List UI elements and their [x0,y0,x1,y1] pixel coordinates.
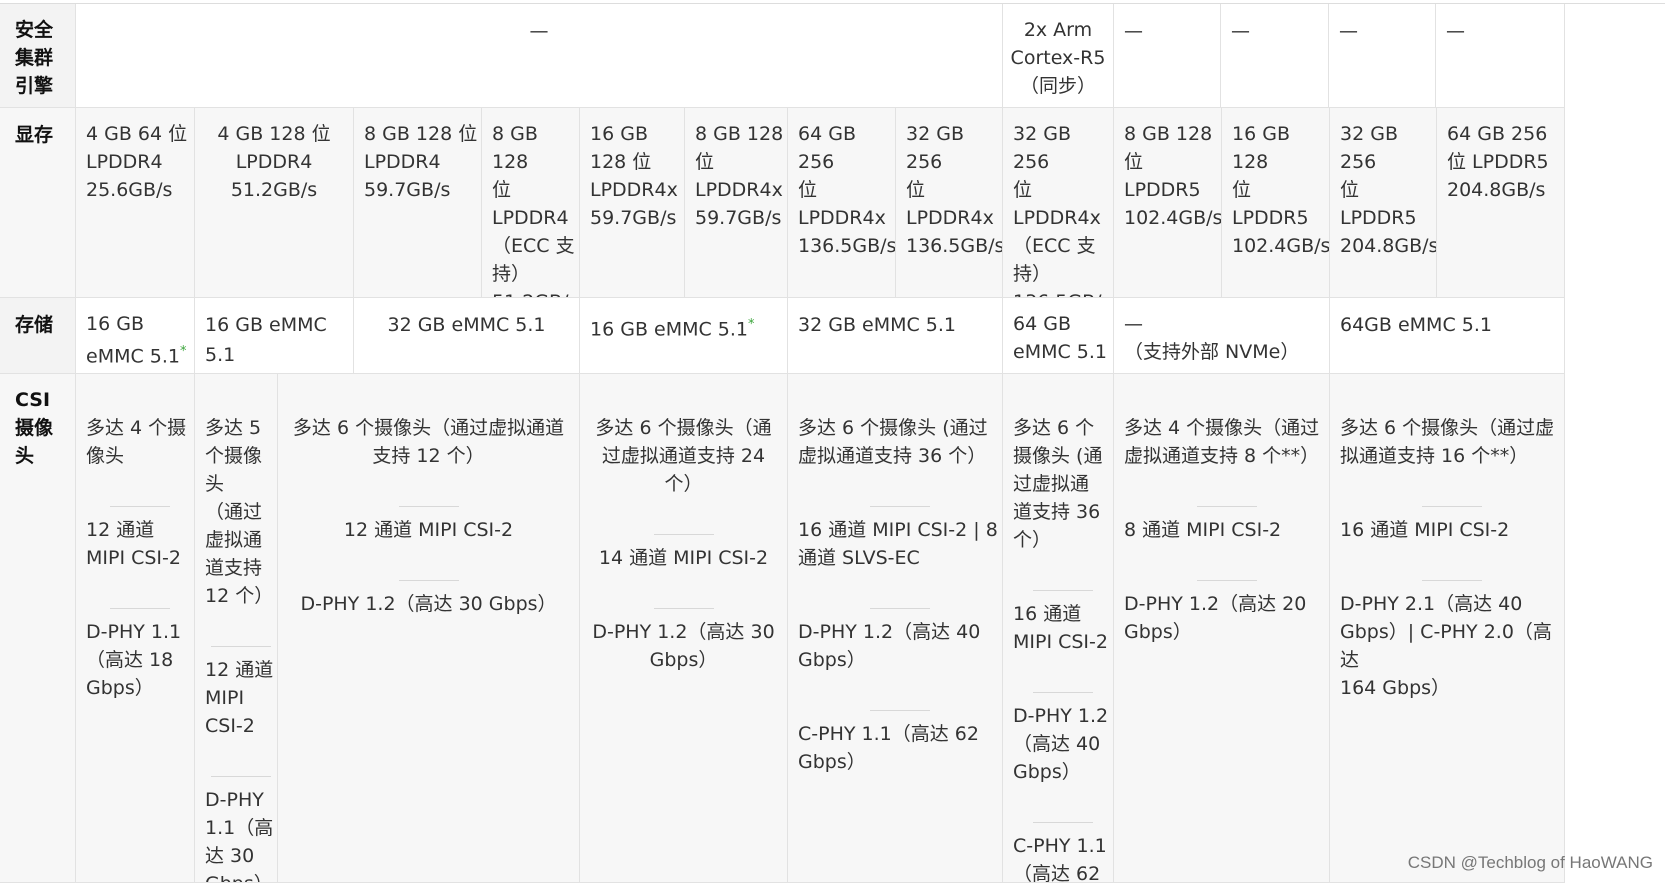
memory-cell-7: 64 GB 256 位 LPDDR4x 136.5GB/s [788,108,896,298]
memory-cell-10: 8 GB 128 位 LPDDR5 102.4GB/s [1114,108,1222,298]
csi-cell-5-cphy: C-PHY 1.1（高达 62 Gbps） [798,710,1002,776]
csi-cell-8: 多达 6 个摄像头（通过虚 拟通道支持 16 个**） 16 通道 MIPI C… [1330,374,1565,883]
memory-cell-5: 16 GB 128 位 LPDDR4x 59.7GB/s [580,108,685,298]
csi-cell-2: 多达 5 个摄像 头 （通过 虚拟通 道支持 12 个） 12 通道 MIPI … [195,374,278,883]
csi-cell-3-phy: D-PHY 1.2（高达 30 Gbps） [278,580,579,618]
memory-cell-9: 32 GB 256 位 LPDDR4x （ECC 支 持） 136.5GB/s [1003,108,1114,298]
csi-cell-7-phy: D-PHY 1.2（高达 20 Gbps） [1124,580,1329,646]
csi-cell-2-cameras: 多达 5 个摄像 头 （通过 虚拟通 道支持 12 个） [205,417,274,607]
memory-cell-12: 32 GB 256 位 LPDDR5 204.8GB/s [1330,108,1437,298]
csi-cell-2-phy: D-PHY 1.1（高 达 30 Gbps） [205,776,277,882]
csi-cell-7-cameras: 多达 4 个摄像头（通过 虚拟通道支持 8 个**） [1124,417,1320,467]
csi-cell-3-cameras: 多达 6 个摄像头（通过虚拟通道 支持 12 个） [292,417,565,467]
security-cell-4: — [1221,4,1329,108]
storage-cell-7: — （支持外部 NVMe） [1114,298,1330,374]
storage-cell-6: 64 GB eMMC 5.1 [1003,298,1114,374]
csi-cell-6-dphy: D-PHY 1.2 （高达 40 Gbps） [1013,692,1113,786]
csi-cell-5-lanes: 16 通道 MIPI CSI-2 | 8 通道 SLVS-EC [798,506,1002,572]
csi-cell-3: 多达 6 个摄像头（通过虚拟通道 支持 12 个） 12 通道 MIPI CSI… [278,374,580,883]
csi-cell-4-phy: D-PHY 1.2（高达 30 Gbps） [580,608,787,674]
csi-cell-5-dphy: D-PHY 1.2（高达 40 Gbps） [798,608,1002,674]
csi-cell-5: 多达 6 个摄像头 (通过 虚拟通道支持 36 个） 16 通道 MIPI CS… [788,374,1003,883]
csi-cell-8-phy: D-PHY 2.1（高达 40 Gbps）| C-PHY 2.0（高达 164 … [1340,580,1564,702]
storage-cell-8: 64GB eMMC 5.1 [1330,298,1565,374]
csi-cell-6: 多达 6 个 摄像头 (通 过虚拟通 道支持 36 个） 16 通道 MIPI … [1003,374,1114,883]
csi-cell-5-cameras: 多达 6 个摄像头 (通过 虚拟通道支持 36 个） [798,417,988,467]
footnote-star: * [748,317,755,332]
security-cell-2: 2x Arm Cortex-R5 （同步） [1003,4,1114,108]
csi-cell-1-cameras: 多达 4 个摄 像头 [86,417,187,467]
csi-cell-1-phy: D-PHY 1.1 （高达 18 Gbps） [86,608,194,702]
security-cell-5: — [1329,4,1436,108]
memory-cell-4: 8 GB 128 位 LPDDR4 （ECC 支 持） 51.2GB/s [482,108,580,298]
csi-cell-1: 多达 4 个摄 像头 12 通道 MIPI CSI-2 D-PHY 1.1 （高… [76,374,195,883]
storage-cell-4: 16 GB eMMC 5.1* [580,298,788,374]
csi-cell-7-lanes: 8 通道 MIPI CSI-2 [1124,506,1329,544]
footnote-star: * [180,344,187,359]
csi-cell-4-cameras: 多达 6 个摄像头（通 过虚拟通道支持 24 个） [595,417,772,495]
memory-cell-8: 32 GB 256 位 LPDDR4x 136.5GB/s [896,108,1003,298]
memory-cell-1: 4 GB 64 位 LPDDR4 25.6GB/s [76,108,195,298]
storage-cell-1-text: 16 GB eMMC 5.1 [86,313,180,368]
storage-cell-4-text: 16 GB eMMC 5.1 [590,318,749,341]
memory-cell-3: 8 GB 128 位 LPDDR4 59.7GB/s [354,108,482,298]
memory-cell-6: 8 GB 128 位 LPDDR4x 59.7GB/s [685,108,788,298]
storage-cell-5: 32 GB eMMC 5.1 [788,298,1003,374]
row-header-memory: 显存 [0,108,76,298]
security-cell-1: — [76,4,1003,108]
memory-cell-11: 16 GB 128 位 LPDDR5 102.4GB/s [1222,108,1330,298]
row-header-security: 安全 集群 引擎 [0,4,76,108]
csi-cell-4: 多达 6 个摄像头（通 过虚拟通道支持 24 个） 14 通道 MIPI CSI… [580,374,788,883]
storage-cell-1: 16 GB eMMC 5.1* [76,298,195,374]
csi-cell-2-lanes: 12 通道 MIPI CSI-2 [205,646,277,740]
spec-table: 安全 集群 引擎 — 2x Arm Cortex-R5 （同步） — — — —… [0,0,1665,883]
row-header-csi: CSI 摄像 头 [0,374,76,883]
csi-cell-7: 多达 4 个摄像头（通过 虚拟通道支持 8 个**） 8 通道 MIPI CSI… [1114,374,1330,883]
csi-cell-6-lanes: 16 通道 MIPI CSI-2 [1013,590,1113,656]
csi-cell-4-lanes: 14 通道 MIPI CSI-2 [580,534,787,572]
memory-cell-13: 64 GB 256 位 LPDDR5 204.8GB/s [1437,108,1565,298]
security-cell-6: — [1436,4,1565,108]
csi-cell-6-cameras: 多达 6 个 摄像头 (通 过虚拟通 道支持 36 个） [1013,417,1103,551]
csi-cell-6-cphy: C-PHY 1.1 （高达 62 Gbps） [1013,822,1113,882]
storage-cell-3: 32 GB eMMC 5.1 [354,298,580,374]
row-header-storage: 存储 [0,298,76,374]
storage-cell-2: 16 GB eMMC 5.1 [195,298,354,374]
csi-cell-1-lanes: 12 通道 MIPI CSI-2 [86,506,194,572]
security-cell-3: — [1114,4,1221,108]
memory-cell-2: 4 GB 128 位 LPDDR4 51.2GB/s [195,108,354,298]
csdn-watermark: CSDN @Techblog of HaoWANG [1407,853,1653,872]
csi-cell-8-cameras: 多达 6 个摄像头（通过虚 拟通道支持 16 个**） [1340,417,1555,467]
csi-cell-3-lanes: 12 通道 MIPI CSI-2 [278,506,579,544]
csi-cell-8-lanes: 16 通道 MIPI CSI-2 [1340,506,1564,544]
